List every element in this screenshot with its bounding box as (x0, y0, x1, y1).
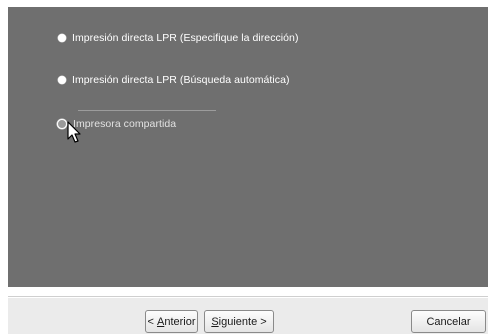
back-mnemonic: A (156, 315, 165, 328)
next-button[interactable]: Siguiente > (204, 310, 274, 333)
focus-indicator (78, 110, 216, 111)
cancel-label: Cancelar (426, 315, 471, 328)
next-label: iguiente > (218, 315, 267, 328)
option-label: Impresión directa LPR (Búsqueda automáti… (72, 74, 290, 86)
radio-button[interactable] (58, 34, 66, 42)
back-label: nterior (164, 315, 196, 328)
option-lpr-direccion[interactable]: Impresión directa LPR (Especifique la di… (58, 30, 299, 46)
back-button[interactable]: < Anterior (145, 310, 198, 333)
cancel-button[interactable]: Cancelar (411, 310, 486, 333)
radio-button-selected[interactable] (57, 119, 67, 129)
footer-separator (8, 296, 488, 297)
next-mnemonic: S (211, 315, 219, 328)
options-panel (8, 7, 488, 287)
back-prefix: < (147, 315, 157, 328)
arrow-cursor-icon (67, 121, 81, 143)
option-label: Impresora compartida (73, 118, 177, 130)
option-label: Impresión directa LPR (Especifique la di… (72, 32, 299, 44)
radio-button[interactable] (58, 76, 66, 84)
option-lpr-busqueda[interactable]: Impresión directa LPR (Búsqueda automáti… (58, 72, 290, 88)
